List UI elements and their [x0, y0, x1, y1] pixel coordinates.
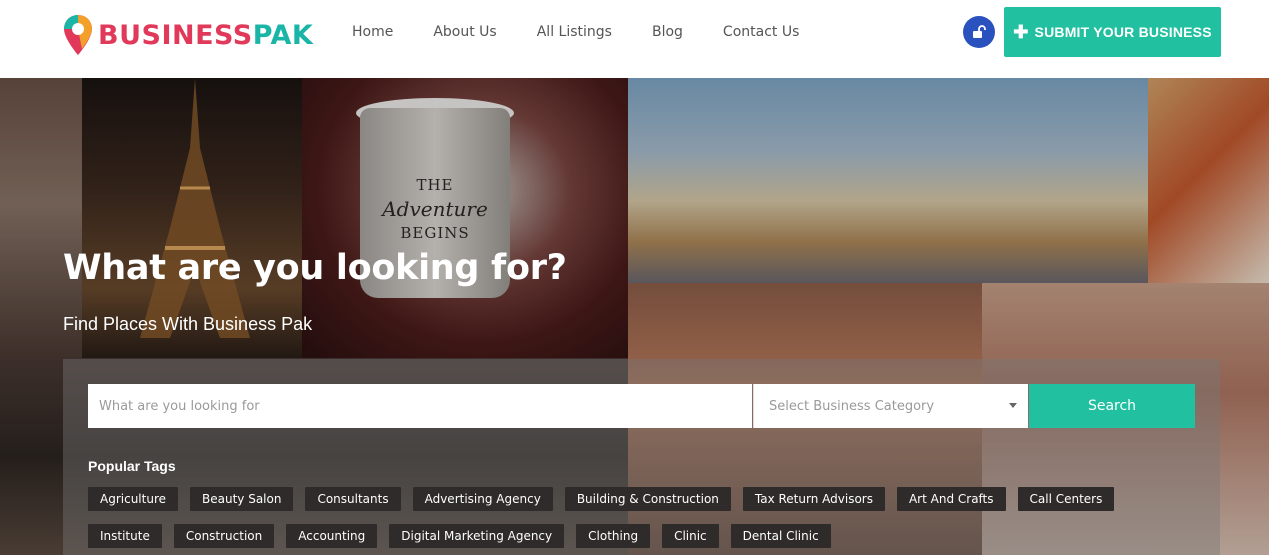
tag-dental-clinic[interactable]: Dental Clinic	[730, 524, 831, 548]
tag-clinic[interactable]: Clinic	[662, 524, 719, 548]
chevron-down-icon	[1009, 403, 1017, 408]
search-input[interactable]	[88, 384, 752, 428]
nav-all-listings[interactable]: All Listings	[537, 22, 612, 42]
search-button[interactable]: Search	[1029, 384, 1195, 428]
tag-art-and-crafts[interactable]: Art And Crafts	[896, 487, 1006, 511]
tag-tax-return-advisors[interactable]: Tax Return Advisors	[742, 487, 885, 511]
tag-advertising-agency[interactable]: Advertising Agency	[412, 487, 553, 511]
brand-logo[interactable]: BUSINESSPAK	[62, 13, 313, 57]
hero-section: THE Adventure BEGINS What are you lookin…	[0, 78, 1269, 555]
tag-agriculture[interactable]: Agriculture	[88, 487, 178, 511]
site-header: BUSINESSPAK Home About Us All Listings B…	[0, 0, 1269, 78]
nav-home[interactable]: Home	[352, 22, 393, 42]
tag-clothing[interactable]: Clothing	[576, 524, 651, 548]
tag-construction[interactable]: Construction	[173, 524, 275, 548]
nav-about-us[interactable]: About Us	[433, 22, 496, 42]
plus-icon: ✚	[1013, 22, 1029, 42]
tag-call-centers[interactable]: Call Centers	[1017, 487, 1115, 511]
login-button[interactable]	[963, 16, 995, 48]
submit-business-label: SUBMIT YOUR BUSINESS	[1034, 24, 1212, 40]
tag-consultants[interactable]: Consultants	[305, 487, 401, 511]
brand-name-part2: PAK	[252, 19, 314, 51]
hero-subtitle: Find Places With Business Pak	[63, 314, 313, 334]
search-panel: Select Business Category Search Popular …	[63, 359, 1220, 555]
brand-name: BUSINESSPAK	[98, 20, 313, 51]
category-select[interactable]: Select Business Category	[753, 384, 1028, 428]
unlock-icon	[973, 25, 986, 38]
tag-institute[interactable]: Institute	[88, 524, 162, 548]
tag-accounting[interactable]: Accounting	[286, 524, 378, 548]
main-nav: Home About Us All Listings Blog Contact …	[352, 22, 839, 42]
popular-tags-title: Popular Tags	[88, 458, 176, 474]
tag-beauty-salon[interactable]: Beauty Salon	[190, 487, 294, 511]
hero-title: What are you looking for?	[63, 248, 567, 288]
popular-tags-list: Agriculture Beauty Salon Consultants Adv…	[88, 487, 1198, 555]
category-select-value: Select Business Category	[769, 398, 935, 414]
nav-blog[interactable]: Blog	[652, 22, 683, 42]
map-pin-logo-icon	[64, 15, 92, 55]
submit-business-button[interactable]: ✚ SUBMIT YOUR BUSINESS	[1004, 7, 1221, 57]
nav-contact-us[interactable]: Contact Us	[723, 22, 799, 42]
tag-building-construction[interactable]: Building & Construction	[564, 487, 731, 511]
tag-digital-marketing-agency[interactable]: Digital Marketing Agency	[389, 524, 565, 548]
brand-name-part1: BUSINESS	[98, 19, 253, 51]
